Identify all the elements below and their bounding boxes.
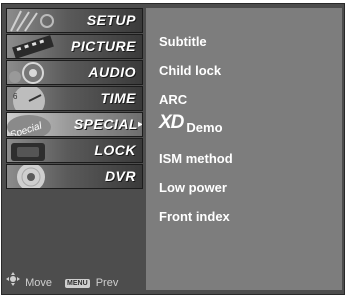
submenu-item-label: Subtitle <box>159 34 207 49</box>
submenu-item-arc[interactable]: ARC <box>159 92 187 107</box>
sidebar-item-special[interactable]: Special SPECIAL ▸ <box>6 112 143 137</box>
sidebar-item-label: PICTURE <box>71 38 136 54</box>
key-guide: Move MENU Prev <box>6 272 118 289</box>
special-submenu: Subtitle Child lock ARC XD Demo ISM metho… <box>146 8 342 290</box>
sidebar-item-audio[interactable]: AUDIO <box>6 60 143 85</box>
submenu-item-label: Child lock <box>159 63 222 78</box>
submenu-item-child-lock[interactable]: Child lock <box>159 63 221 78</box>
submenu-item-xd-demo[interactable]: XD Demo <box>159 112 223 135</box>
osd-menu-window: SETUP PICTURE AUDIO 6 TIME Special SPECI… <box>1 3 345 295</box>
sidebar-item-label: TIME <box>100 90 136 106</box>
sidebar-item-label: SPECIAL <box>73 116 138 132</box>
sidebar-item-label: DVR <box>104 168 136 184</box>
audio-icon <box>9 62 44 84</box>
special-icon: Special <box>7 115 51 136</box>
lock-icon <box>11 143 45 161</box>
menu-key-icon: MENU <box>65 278 90 288</box>
sidebar-item-dvr[interactable]: DVR <box>6 164 143 189</box>
dvr-icon <box>17 165 45 188</box>
submenu-item-front-index[interactable]: Front index <box>159 209 230 224</box>
xd-logo: XD <box>159 112 184 133</box>
setup-icon <box>10 10 54 32</box>
submenu-item-low-power[interactable]: Low power <box>159 180 227 195</box>
submenu-item-label: Demo <box>186 120 223 135</box>
sidebar-item-label: LOCK <box>94 142 136 158</box>
submenu-item-label: Low power <box>159 180 227 195</box>
sidebar-item-lock[interactable]: LOCK <box>6 138 143 163</box>
prev-hint-label: Prev <box>95 277 119 290</box>
sidebar-item-picture[interactable]: PICTURE <box>6 34 143 59</box>
submenu-item-label: ARC <box>159 92 188 107</box>
submenu-item-label: Front index <box>159 209 230 224</box>
sidebar-item-time[interactable]: 6 TIME <box>6 86 143 111</box>
submenu-item-label: ISM method <box>159 151 233 166</box>
submenu-item-subtitle[interactable]: Subtitle <box>159 34 207 49</box>
svg-text:6: 6 <box>13 92 18 101</box>
sidebar-item-label: SETUP <box>86 12 136 28</box>
move-hint-label: Move <box>25 277 52 290</box>
sidebar: SETUP PICTURE AUDIO 6 TIME Special SPECI… <box>6 8 143 290</box>
sidebar-item-label: AUDIO <box>88 64 136 80</box>
submenu-item-ism-method[interactable]: ISM method <box>159 151 233 166</box>
dpad-icon <box>6 272 20 286</box>
picture-icon <box>12 35 54 58</box>
time-icon: 6 <box>13 87 45 110</box>
sidebar-item-setup[interactable]: SETUP <box>6 8 143 33</box>
chevron-right-icon: ▸ <box>137 119 143 130</box>
